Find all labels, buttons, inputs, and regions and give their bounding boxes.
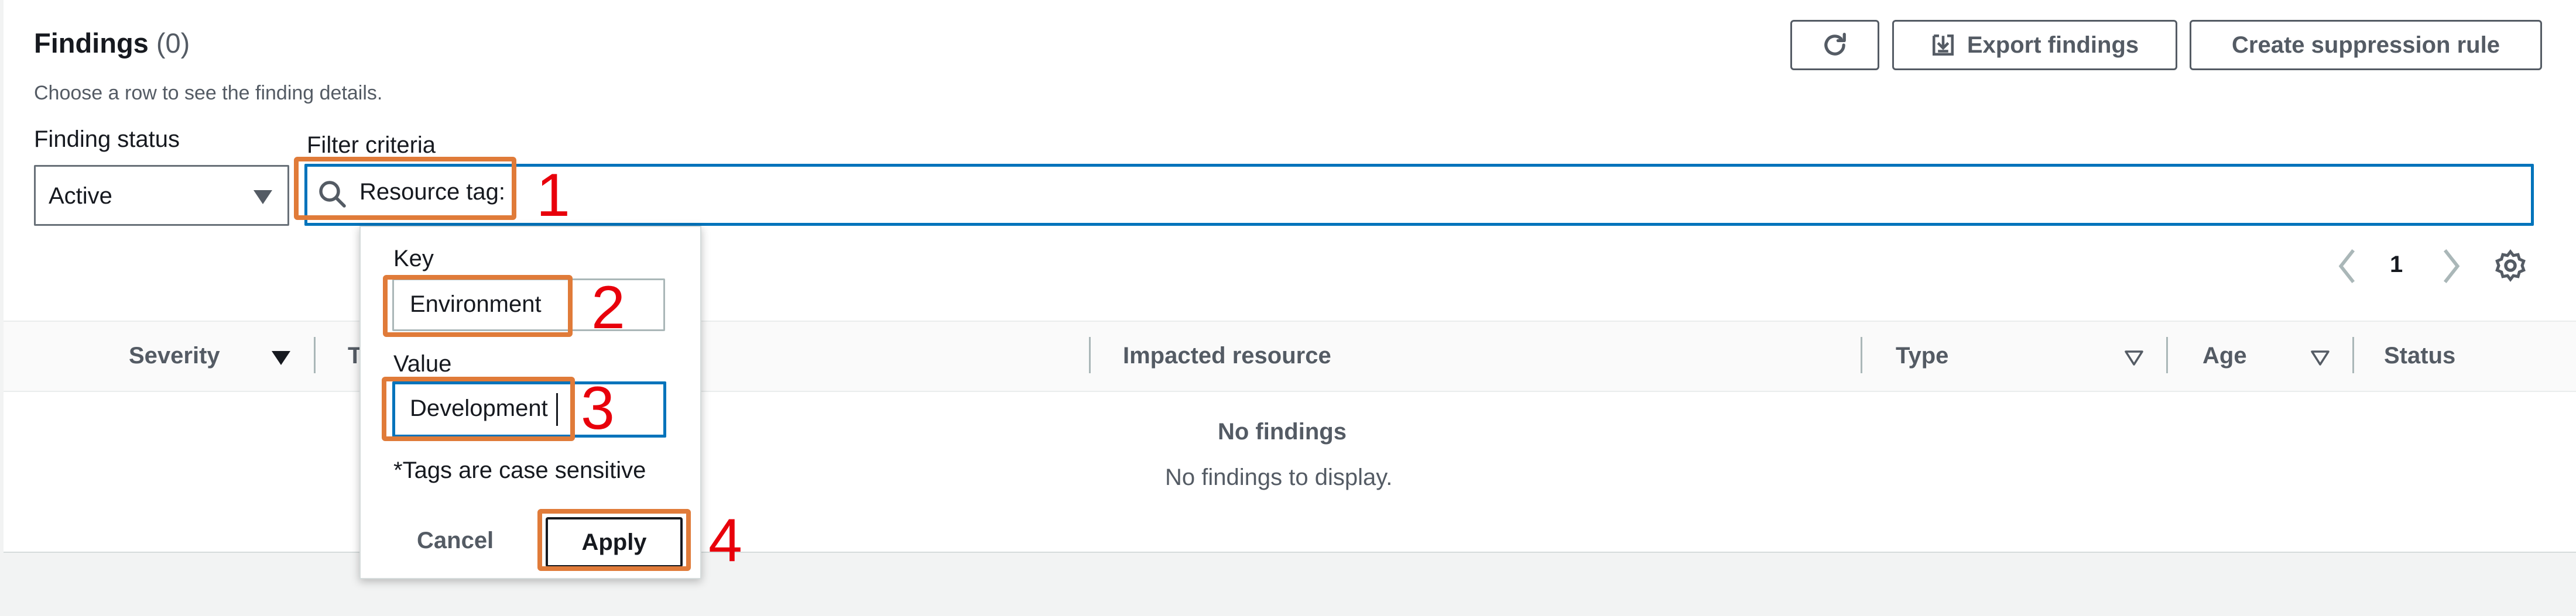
chevron-left-icon[interactable] [2336,246,2359,287]
annotation-box-1 [294,157,516,220]
cancel-button[interactable]: Cancel [417,528,494,554]
column-impacted-resource[interactable]: Impacted resource [1123,343,1331,369]
chevron-right-icon[interactable] [2439,246,2462,287]
download-icon [1932,34,1954,56]
title-text: Findings [34,27,149,58]
finding-status-select[interactable]: Active [34,165,289,226]
finding-status-label: Finding status [34,126,180,152]
gear-icon[interactable] [2493,248,2528,283]
annotation-box-2 [383,275,573,337]
refresh-button[interactable] [1790,20,1879,70]
annotation-number-4: 4 [708,507,742,574]
case-sensitive-note: *Tags are case sensitive [393,457,646,483]
column-divider [2352,337,2354,373]
column-divider [1089,337,1091,373]
page-title: Findings (0) [34,27,190,59]
caret-down-icon [254,190,272,204]
annotation-number-2: 2 [591,274,625,342]
empty-state-title: No findings [1218,419,1347,445]
findings-count: (0) [156,27,190,58]
column-severity[interactable]: Severity [129,343,220,369]
sort-outline-icon[interactable] [2310,350,2330,366]
column-status[interactable]: Status [2384,343,2455,369]
refresh-icon [1824,32,1846,56]
finding-status-value: Active [49,183,112,209]
annotation-box-4 [537,509,691,571]
tag-key-label: Key [393,246,434,271]
annotation-number-3: 3 [581,374,615,442]
annotation-number-1: 1 [536,161,570,229]
tag-value-label: Value [393,351,452,377]
column-age[interactable]: Age [2202,343,2247,369]
page-number[interactable]: 1 [2390,252,2403,278]
column-type[interactable]: Type [1896,343,1948,369]
filter-criteria-label: Filter criteria [307,132,436,158]
sort-down-icon[interactable] [272,351,290,365]
filter-criteria-input[interactable] [304,164,2534,226]
annotation-box-3 [382,377,575,441]
column-divider [314,337,316,373]
empty-state-subtitle: No findings to display. [1165,464,1393,490]
sort-outline-icon[interactable] [2124,350,2144,366]
column-divider [1861,337,1862,373]
create-suppression-rule-button[interactable]: Create suppression rule [2190,20,2542,70]
column-divider [2166,337,2168,373]
export-findings-button[interactable]: Export findings [1892,20,2177,70]
export-findings-label: Export findings [1967,32,2139,58]
page-subtitle: Choose a row to see the finding details. [34,82,383,104]
